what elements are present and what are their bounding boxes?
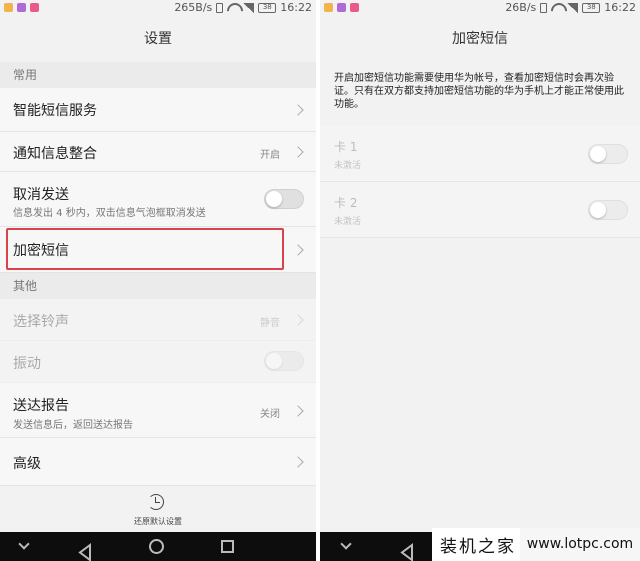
row-description: 信息发出 4 秒内，双击信息气泡框取消发送 <box>13 208 206 219</box>
back-icon[interactable] <box>400 538 414 561</box>
card-label: 卡 1 <box>334 140 358 154</box>
section-header-other: 其他 <box>0 273 316 299</box>
navigation-bar <box>0 532 316 561</box>
battery-icon: 38 <box>582 2 601 13</box>
card-1-toggle[interactable] <box>588 144 628 164</box>
notification-merge-row[interactable]: 通知信息整合 开启 <box>0 132 316 172</box>
notification-icon <box>324 3 333 12</box>
chevron-right-icon <box>292 104 304 116</box>
restore-label: 还原默认设置 <box>134 517 182 526</box>
row-value: 开启 <box>260 150 280 161</box>
row-value: 静音 <box>260 318 280 329</box>
notification-icon <box>337 3 346 12</box>
vibrate-row[interactable]: 振动 <box>0 341 316 383</box>
section-header-common: 常用 <box>0 62 316 88</box>
clock: 16:22 <box>280 1 312 14</box>
toggle-knob <box>590 146 606 162</box>
vibrate-icon <box>216 2 224 13</box>
chevron-right-icon <box>292 146 304 158</box>
notification-icon <box>350 3 359 12</box>
home-icon[interactable] <box>149 539 164 554</box>
network-speed: 26B/s <box>505 1 537 14</box>
recent-apps-icon[interactable] <box>221 540 234 553</box>
network-speed: 265B/s <box>174 1 213 14</box>
toggle-knob <box>590 202 606 218</box>
settings-screen: 265B/s 38 16:22 设置 常用 智能短信服务 通知信息整合 开启 取… <box>0 0 316 561</box>
clock: 16:22 <box>604 1 636 14</box>
delivery-report-row[interactable]: 送达报告 发送信息后，返回送达报告 关闭 <box>0 383 316 438</box>
hide-nav-icon[interactable] <box>18 538 30 550</box>
site-watermark: 装机之家 www.lotpc.com <box>432 528 640 561</box>
sim-card-1-row[interactable]: 卡 1 未激活 <box>320 126 640 182</box>
toggle-knob <box>266 353 282 369</box>
status-bar: 26B/s 38 16:22 <box>320 0 640 16</box>
row-label: 选择铃声 <box>13 314 69 330</box>
watermark-logo-text: 装机之家 <box>440 537 516 557</box>
ringtone-row[interactable]: 选择铃声 静音 <box>0 299 316 341</box>
card-2-toggle[interactable] <box>588 200 628 220</box>
status-bar: 265B/s 38 16:22 <box>0 0 316 16</box>
cancel-send-toggle[interactable] <box>264 189 304 209</box>
chevron-right-icon <box>292 456 304 468</box>
back-icon[interactable] <box>78 538 92 561</box>
chevron-right-icon <box>292 405 304 417</box>
wifi-icon <box>551 3 563 13</box>
description-text: 开启加密短信功能需要使用华为帐号，查看加密短信时会再次验证。只有在双方都支持加密… <box>334 73 624 110</box>
notification-icon <box>4 3 13 12</box>
notification-icon <box>30 3 39 12</box>
row-label: 高级 <box>13 456 41 472</box>
vibrate-icon <box>540 2 548 13</box>
advanced-row[interactable]: 高级 <box>0 438 316 486</box>
toggle-knob <box>266 191 282 207</box>
row-value: 关闭 <box>260 409 280 420</box>
restore-defaults-button[interactable]: 还原默认设置 <box>0 486 316 532</box>
row-label: 振动 <box>13 356 41 372</box>
signal-icon <box>567 2 579 13</box>
highlight-box <box>6 228 284 270</box>
card-status: 未激活 <box>334 161 362 171</box>
card-label: 卡 2 <box>334 196 358 210</box>
chevron-right-icon <box>292 314 304 326</box>
sim-card-2-row[interactable]: 卡 2 未激活 <box>320 182 640 238</box>
page-title: 设置 <box>0 16 316 62</box>
hide-nav-icon[interactable] <box>340 538 352 550</box>
signal-icon <box>243 2 255 13</box>
encrypted-sms-screen: 26B/s 38 16:22 加密短信 开启加密短信功能需要使用华为帐号，查看加… <box>320 0 640 561</box>
row-label: 通知信息整合 <box>13 146 97 162</box>
chevron-right-icon <box>292 244 304 256</box>
wifi-icon <box>227 3 239 13</box>
row-label: 取消发送 <box>13 187 69 203</box>
vibrate-toggle[interactable] <box>264 351 304 371</box>
page-title: 加密短信 <box>320 16 640 62</box>
watermark-url: www.lotpc.com <box>520 528 640 561</box>
row-description: 发送信息后，返回送达报告 <box>13 420 133 431</box>
battery-icon: 38 <box>258 2 277 13</box>
restore-icon <box>148 494 164 510</box>
row-label: 智能短信服务 <box>13 103 97 119</box>
card-status: 未激活 <box>334 217 362 227</box>
smart-sms-row[interactable]: 智能短信服务 <box>0 88 316 132</box>
row-label: 送达报告 <box>13 398 69 414</box>
notification-icon <box>17 3 26 12</box>
cancel-send-row[interactable]: 取消发送 信息发出 4 秒内，双击信息气泡框取消发送 <box>0 172 316 227</box>
